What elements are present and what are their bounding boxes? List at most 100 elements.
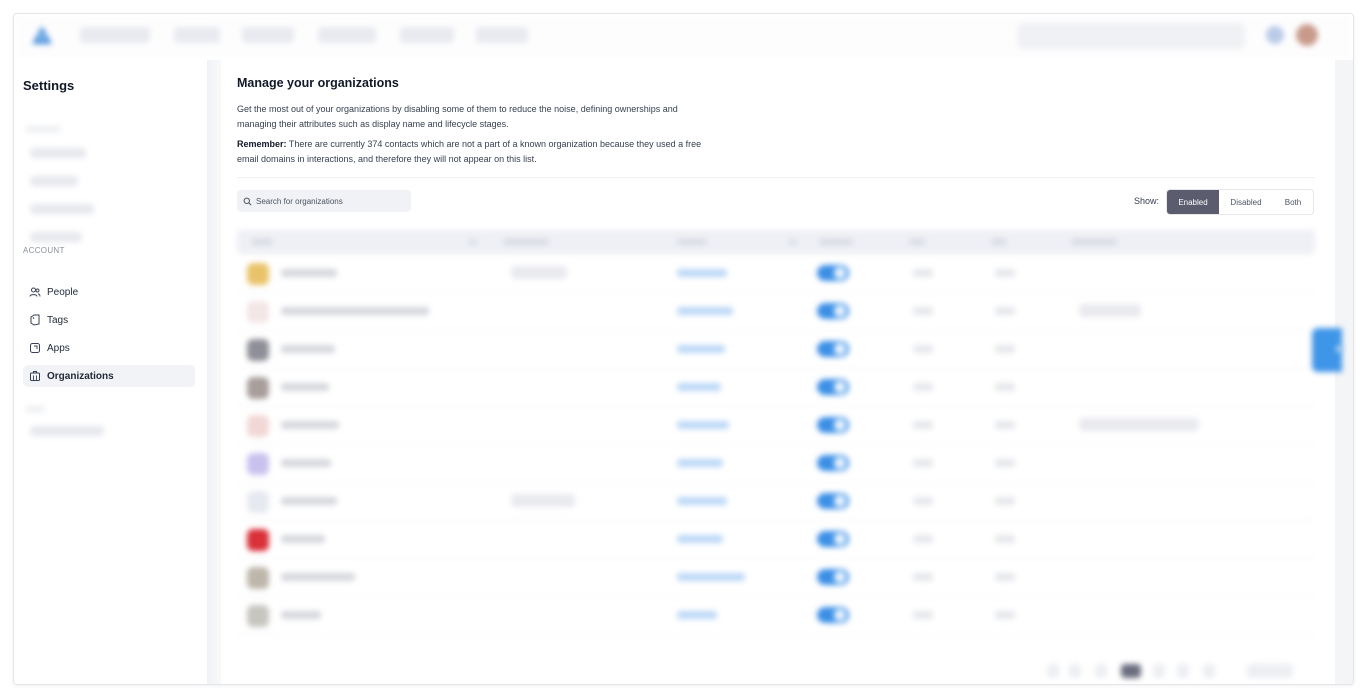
enabled-toggle[interactable] <box>817 303 849 319</box>
prev-page-button[interactable] <box>1069 664 1081 678</box>
count-cell <box>913 307 933 315</box>
column-header[interactable] <box>1071 239 1117 245</box>
sidebar-item-label: Organizations <box>47 370 114 382</box>
first-page-button[interactable] <box>1047 664 1059 678</box>
stage-chip[interactable] <box>1079 304 1141 317</box>
enabled-toggle[interactable] <box>817 379 849 395</box>
table-row[interactable] <box>237 482 1315 521</box>
org-domain-link[interactable] <box>677 421 729 429</box>
column-header[interactable] <box>819 239 853 245</box>
search-input[interactable] <box>256 196 406 206</box>
column-header[interactable] <box>251 239 273 245</box>
enabled-toggle[interactable] <box>817 455 849 471</box>
sidebar-item[interactable] <box>30 204 94 214</box>
count-cell <box>913 421 933 429</box>
page-number-button[interactable] <box>1095 664 1107 678</box>
table-row[interactable] <box>237 444 1315 483</box>
nav-item[interactable] <box>174 27 220 43</box>
owner-chip[interactable] <box>511 266 567 279</box>
org-domain-link[interactable] <box>677 383 721 391</box>
global-search-input[interactable] <box>1017 23 1245 49</box>
sidebar-item-tags[interactable]: Tags <box>23 309 195 331</box>
sidebar-item[interactable] <box>30 426 104 436</box>
column-header[interactable] <box>469 239 477 245</box>
owner-chip[interactable] <box>511 494 575 507</box>
org-logo <box>247 605 269 627</box>
organization-search[interactable] <box>237 190 411 212</box>
org-domain-link[interactable] <box>677 345 725 353</box>
column-header[interactable] <box>909 239 925 245</box>
column-header[interactable] <box>503 239 549 245</box>
org-name[interactable] <box>281 497 337 505</box>
org-name[interactable] <box>281 421 339 429</box>
enabled-toggle[interactable] <box>817 265 849 281</box>
org-name[interactable] <box>281 383 329 391</box>
enabled-toggle[interactable] <box>817 493 849 509</box>
org-logo <box>247 377 269 399</box>
org-domain-link[interactable] <box>677 611 717 619</box>
enabled-toggle[interactable] <box>817 341 849 357</box>
scrollbar[interactable] <box>1335 60 1353 684</box>
sidebar-item-label: Tags <box>47 314 69 326</box>
org-name[interactable] <box>281 573 355 581</box>
sidebar-item-people[interactable]: People <box>23 281 195 303</box>
table-row[interactable] <box>237 330 1315 369</box>
column-header[interactable] <box>991 239 1007 245</box>
page-description: Get the most out of your organizations b… <box>237 104 678 129</box>
org-domain-link[interactable] <box>677 497 727 505</box>
page-title: Manage your organizations <box>237 76 399 90</box>
stage-chip[interactable] <box>1079 418 1199 431</box>
org-name[interactable] <box>281 307 429 315</box>
show-filter-toggle[interactable]: Enabled Disabled Both <box>1166 189 1314 215</box>
current-page-button[interactable] <box>1121 664 1141 678</box>
page-number-button[interactable] <box>1153 664 1165 678</box>
org-domain-link[interactable] <box>677 307 733 315</box>
table-row[interactable] <box>237 368 1315 407</box>
table-row[interactable] <box>237 406 1315 445</box>
table-row[interactable] <box>237 254 1315 293</box>
last-page-button[interactable] <box>1203 664 1215 678</box>
nav-item[interactable] <box>318 27 376 43</box>
filter-both-button[interactable]: Both <box>1273 190 1313 214</box>
org-name[interactable] <box>281 459 331 467</box>
org-name[interactable] <box>281 345 335 353</box>
org-domain-link[interactable] <box>677 535 723 543</box>
enabled-toggle[interactable] <box>817 531 849 547</box>
table-row[interactable] <box>237 520 1315 559</box>
app-logo-icon[interactable] <box>30 24 54 48</box>
org-domain-link[interactable] <box>677 573 745 581</box>
building-icon <box>30 371 40 381</box>
filter-disabled-button[interactable]: Disabled <box>1219 190 1273 214</box>
org-name[interactable] <box>281 535 325 543</box>
table-row[interactable] <box>237 558 1315 597</box>
org-logo <box>247 529 269 551</box>
avatar[interactable] <box>1296 24 1318 46</box>
table-row[interactable] <box>237 292 1315 331</box>
table-row[interactable] <box>237 596 1315 635</box>
enabled-toggle[interactable] <box>817 569 849 585</box>
org-domain-link[interactable] <box>677 269 727 277</box>
sidebar-item[interactable] <box>30 148 86 158</box>
sidebar-item[interactable] <box>30 176 78 186</box>
per-page-select[interactable] <box>1247 664 1293 678</box>
column-header[interactable] <box>789 239 797 245</box>
org-name[interactable] <box>281 269 337 277</box>
remember-text: There are currently 374 contacts which a… <box>237 139 702 164</box>
org-name[interactable] <box>281 611 321 619</box>
filter-enabled-button[interactable]: Enabled <box>1167 190 1219 214</box>
sidebar-item-apps[interactable]: Apps <box>23 337 195 359</box>
nav-item[interactable] <box>80 27 150 43</box>
nav-item[interactable] <box>242 27 294 43</box>
org-domain-link[interactable] <box>677 459 723 467</box>
next-page-button[interactable] <box>1177 664 1189 678</box>
sidebar-item-organizations[interactable]: Organizations <box>23 365 195 387</box>
enabled-toggle[interactable] <box>817 607 849 623</box>
nav-item[interactable] <box>476 27 528 43</box>
sidebar-item[interactable] <box>30 232 82 242</box>
enabled-toggle[interactable] <box>817 417 849 433</box>
nav-item[interactable] <box>400 27 454 43</box>
column-header[interactable] <box>677 239 707 245</box>
user-icon[interactable] <box>1266 26 1284 44</box>
table-header <box>237 230 1315 254</box>
remember-note: Remember: There are currently 374 contac… <box>237 137 707 167</box>
